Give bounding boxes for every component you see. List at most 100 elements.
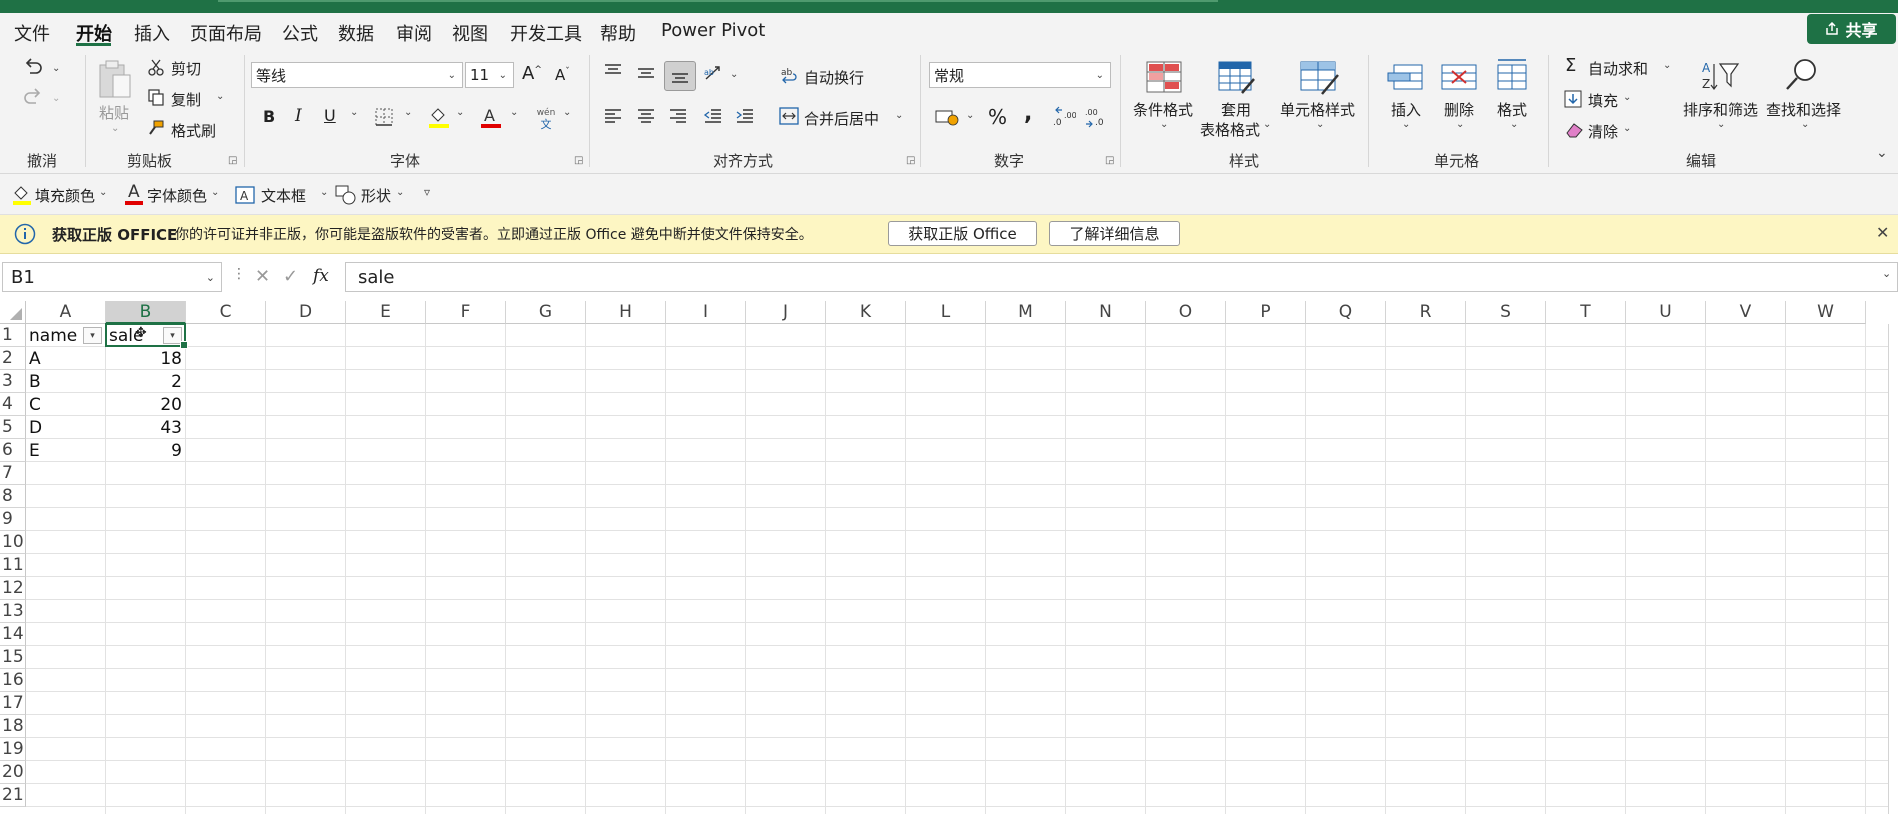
row-header-6[interactable]: 6 xyxy=(0,439,26,462)
wrap-text-label[interactable]: 自动换行 xyxy=(804,67,864,88)
column-header-j[interactable]: J xyxy=(746,301,826,324)
tab-view[interactable]: 视图 xyxy=(452,20,488,46)
autosum-icon[interactable]: Σ xyxy=(1565,55,1576,76)
comma-style-button[interactable]: , xyxy=(1024,101,1032,126)
more-options-icon[interactable]: ⋮ xyxy=(232,266,246,282)
fill-color-label[interactable]: 填充颜色 xyxy=(35,185,95,206)
italic-button[interactable]: I xyxy=(295,106,302,126)
fill-color-icon[interactable] xyxy=(12,184,32,206)
undo-dropdown-icon[interactable]: ⌄ xyxy=(52,63,60,74)
align-top-icon[interactable] xyxy=(603,63,623,79)
paste-icon[interactable] xyxy=(97,59,133,101)
column-header-i[interactable]: I xyxy=(666,301,746,324)
alignment-launcher-icon[interactable]: ◲ xyxy=(906,155,915,166)
row-header-16[interactable]: 16 xyxy=(0,669,26,692)
delete-cells-label[interactable]: 删除 xyxy=(1444,99,1474,120)
conditional-dropdown-icon[interactable]: ⌄ xyxy=(1160,119,1168,130)
paste-dropdown-icon[interactable]: ⌄ xyxy=(111,123,119,134)
find-select-dropdown-icon[interactable]: ⌄ xyxy=(1801,119,1809,130)
name-cell[interactable]: E xyxy=(26,439,106,462)
undo-icon[interactable] xyxy=(22,57,44,75)
row-header-15[interactable]: 15 xyxy=(0,646,26,669)
insert-dropdown-icon[interactable]: ⌄ xyxy=(1402,119,1410,130)
sort-filter-dropdown-icon[interactable]: ⌄ xyxy=(1717,119,1725,130)
column-header-d[interactable]: D xyxy=(266,301,346,324)
decrease-indent-icon[interactable] xyxy=(703,108,723,124)
row-header-3[interactable]: 3 xyxy=(0,370,26,393)
phonetic-dropdown-icon[interactable]: ⌄ xyxy=(563,107,571,118)
share-button[interactable]: 共享 xyxy=(1807,14,1896,44)
format-as-table-label-1[interactable]: 套用 xyxy=(1221,99,1251,120)
underline-button[interactable]: U xyxy=(324,106,336,125)
font-color-label[interactable]: 字体颜色 xyxy=(147,185,207,206)
insert-function-icon[interactable]: fx xyxy=(313,266,329,286)
merge-center-icon[interactable] xyxy=(779,107,799,125)
row-header-18[interactable]: 18 xyxy=(0,715,26,738)
copy-dropdown-icon[interactable]: ⌄ xyxy=(216,91,224,102)
tab-formulas[interactable]: 公式 xyxy=(282,20,318,46)
shapes-icon[interactable] xyxy=(335,185,357,205)
redo-icon[interactable] xyxy=(22,87,44,105)
fill-dropdown-icon[interactable]: ⌄ xyxy=(1623,92,1631,103)
align-left-icon[interactable] xyxy=(603,108,623,124)
sale-cell[interactable]: 43 xyxy=(106,416,186,439)
name-cell[interactable]: D xyxy=(26,416,106,439)
merge-center-label[interactable]: 合并后居中 xyxy=(804,108,879,129)
row-header-20[interactable]: 20 xyxy=(0,761,26,784)
close-icon[interactable]: ✕ xyxy=(1876,223,1889,242)
name-cell[interactable]: B xyxy=(26,370,106,393)
format-as-table-label-2[interactable]: 表格格式 xyxy=(1200,119,1260,140)
sale-cell[interactable]: 2 xyxy=(106,370,186,393)
cell-styles-icon[interactable] xyxy=(1300,61,1340,95)
column-header-m[interactable]: M xyxy=(986,301,1066,324)
name-box[interactable]: B1 ⌄ xyxy=(2,262,222,292)
format-painter-icon[interactable] xyxy=(147,119,165,137)
text-box-dropdown-icon[interactable]: ⌄ xyxy=(320,187,328,198)
shrink-font-icon[interactable]: Aˇ xyxy=(555,66,570,84)
tab-developer[interactable]: 开发工具 xyxy=(510,20,582,46)
eraser-icon[interactable] xyxy=(1564,121,1584,139)
increase-decimal-icon[interactable]: .0.00 xyxy=(1052,106,1076,128)
column-header-f[interactable]: F xyxy=(426,301,506,324)
row-header-11[interactable]: 11 xyxy=(0,554,26,577)
row-header-12[interactable]: 12 xyxy=(0,577,26,600)
row-header-13[interactable]: 13 xyxy=(0,600,26,623)
column-header-h[interactable]: H xyxy=(586,301,666,324)
orientation-dropdown-icon[interactable]: ⌄ xyxy=(730,69,738,80)
grow-font-icon[interactable]: A^ xyxy=(522,63,542,84)
row-header-4[interactable]: 4 xyxy=(0,393,26,416)
tab-power-pivot[interactable]: Power Pivot xyxy=(661,20,765,41)
formula-input[interactable]: sale xyxy=(345,262,1898,292)
text-box-label[interactable]: 文本框 xyxy=(261,185,306,206)
table-format-dropdown-icon[interactable]: ⌄ xyxy=(1263,119,1271,130)
delete-dropdown-icon[interactable]: ⌄ xyxy=(1456,119,1464,130)
increase-indent-icon[interactable] xyxy=(735,108,755,124)
font-color-dropdown-icon[interactable]: ⌄ xyxy=(510,107,518,118)
filter-dropdown-button[interactable]: ▾ xyxy=(83,327,102,344)
sale-cell[interactable]: 9 xyxy=(106,439,186,462)
filter-dropdown-button[interactable]: ▾ xyxy=(163,327,182,344)
phonetic-guide-icon[interactable]: wén 文 xyxy=(534,105,558,130)
row-header-10[interactable]: 10 xyxy=(0,531,26,554)
fill-color-dropdown-icon[interactable]: ⌄ xyxy=(456,107,464,118)
sort-filter-label[interactable]: 排序和筛选 xyxy=(1683,99,1758,120)
cancel-entry-icon[interactable]: ✕ xyxy=(255,266,270,287)
tab-page-layout[interactable]: 页面布局 xyxy=(190,20,262,46)
column-header-r[interactable]: R xyxy=(1386,301,1466,324)
accounting-dropdown-icon[interactable]: ⌄ xyxy=(966,110,974,121)
find-select-icon[interactable] xyxy=(1784,57,1820,93)
number-format-combo[interactable]: 常规 ⌄ xyxy=(929,62,1111,88)
shapes-label[interactable]: 形状 xyxy=(361,185,391,206)
column-header-v[interactable]: V xyxy=(1706,301,1786,324)
column-header-g[interactable]: G xyxy=(506,301,586,324)
conditional-formatting-label[interactable]: 条件格式 xyxy=(1133,99,1193,120)
merge-dropdown-icon[interactable]: ⌄ xyxy=(895,110,903,121)
accounting-format-icon[interactable] xyxy=(935,108,959,126)
bold-button[interactable]: B xyxy=(263,107,275,126)
number-launcher-icon[interactable]: ◲ xyxy=(1105,155,1114,166)
column-header-t[interactable]: T xyxy=(1546,301,1626,324)
row-header-9[interactable]: 9 xyxy=(0,508,26,531)
row-header-17[interactable]: 17 xyxy=(0,692,26,715)
column-header-k[interactable]: K xyxy=(826,301,906,324)
find-select-label[interactable]: 查找和选择 xyxy=(1766,99,1841,120)
